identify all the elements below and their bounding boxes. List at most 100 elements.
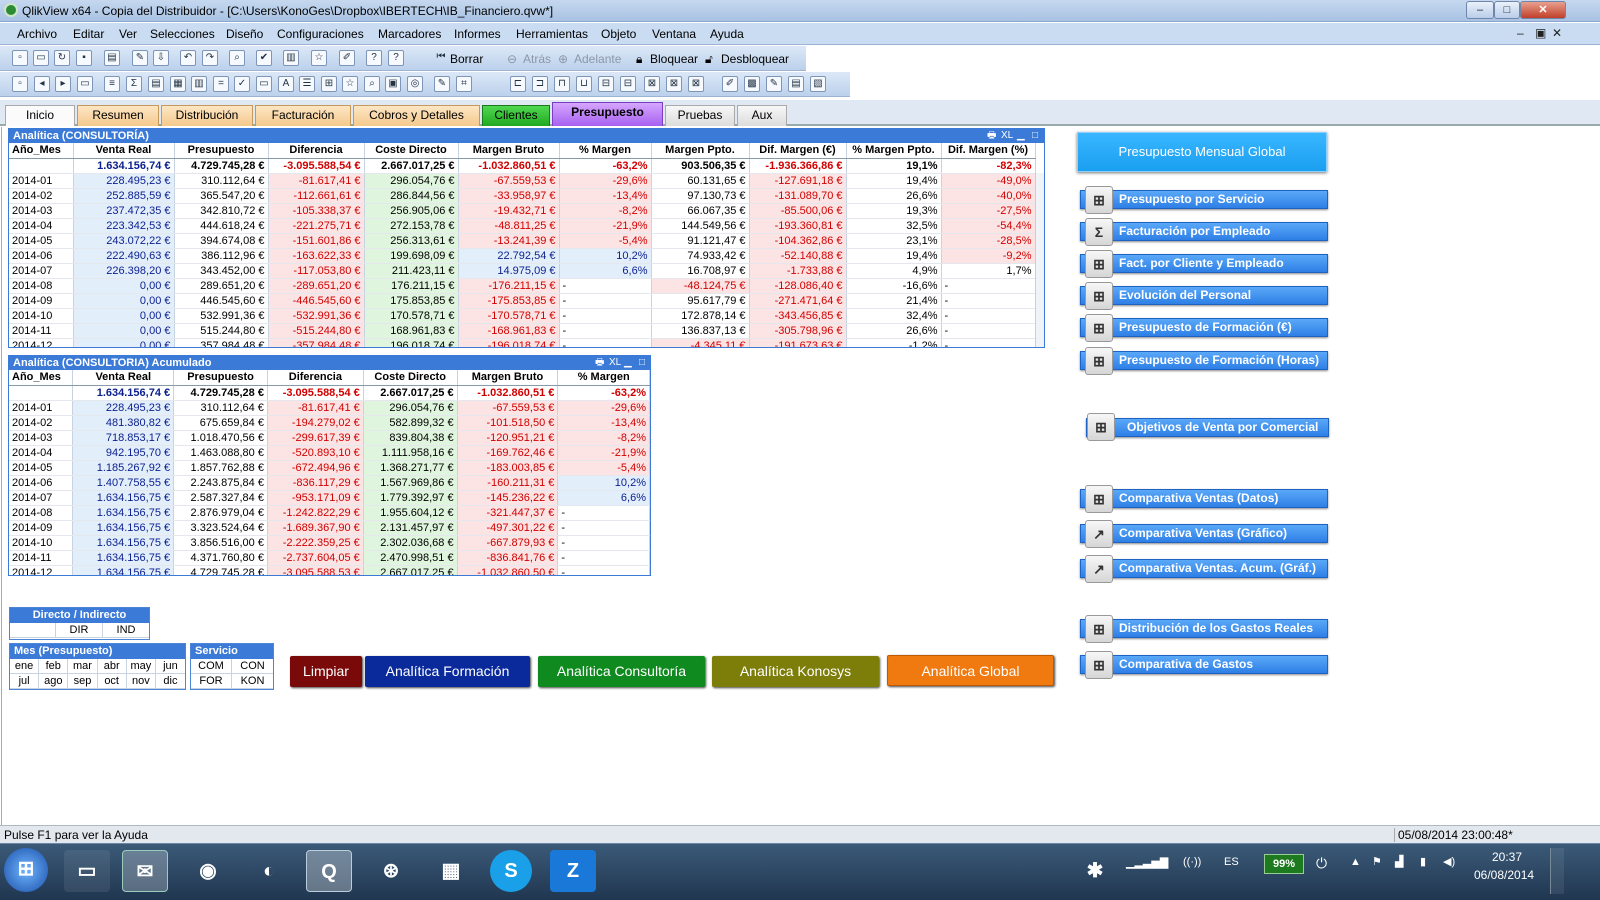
desbloquear-button[interactable]: Desbloquear	[721, 52, 789, 66]
redo-icon[interactable]: ↷	[202, 50, 218, 66]
send-to-excel-button[interactable]: XL	[609, 356, 621, 370]
table-row[interactable]: 2014-02 481.380,82 €675.659,84 € -194.279,…	[9, 415, 650, 431]
table-row[interactable]: 2014-11 0,00 €515.244,80 € -515.244,80 €16…	[9, 323, 1036, 339]
listbox-value[interactable]: oct	[97, 674, 127, 689]
sheet-right-icon[interactable]: ▸	[55, 76, 71, 92]
menu-archivo[interactable]: Archivo	[17, 27, 57, 41]
line-object-icon[interactable]: ☰	[299, 76, 315, 92]
skype-icon[interactable]: S	[490, 850, 532, 892]
volume-icon[interactable]: ◀)	[1443, 855, 1455, 868]
bloquear-button[interactable]: Bloquear	[650, 52, 698, 66]
z-app-icon[interactable]: Z	[550, 850, 596, 892]
table-row[interactable]: 2014-06 1.407.758,55 €2.243.875,84 € -836.…	[9, 475, 650, 491]
table-row[interactable]: 2014-06 222.490,63 €386.112,96 € -163.622,…	[9, 248, 1036, 264]
signal-strength-icon[interactable]: ▁▂▃▅▇	[1126, 856, 1170, 876]
minimize-button[interactable]: –	[1466, 1, 1494, 19]
mdi-minimize-icon[interactable]: –	[1517, 26, 1524, 40]
menu-informes[interactable]: Informes	[454, 27, 501, 41]
statistics-box-icon[interactable]: Σ	[126, 76, 142, 92]
save-icon[interactable]: ▪	[76, 50, 92, 66]
nav-distribucion-gastos-reales[interactable]: Distribución de los Gastos Reales	[1080, 619, 1328, 638]
clock-time[interactable]: 20:37	[1492, 850, 1522, 864]
table-row[interactable]: 2014-08 1.634.156,75 €2.876.979,04 € -1.24…	[9, 505, 650, 521]
tab-resumen[interactable]: Resumen	[77, 105, 159, 126]
analitica-consultoria-table[interactable]: Analítica (CONSULTORÍA) 🖶︎ XL ▁ □ Año_Me…	[8, 128, 1045, 348]
column-header[interactable]: Año_Mes	[9, 143, 74, 159]
analitica-consultoria-button[interactable]: Analítica Consultoría	[538, 656, 705, 687]
print-icon[interactable]: ▤	[104, 50, 120, 66]
column-header[interactable]: Coste Directo	[363, 370, 458, 386]
table-caption[interactable]: Analítica (CONSULTORIA) Acumulado 🖶︎ XL …	[9, 356, 650, 370]
listbox-icon[interactable]: ≡	[104, 76, 120, 92]
grid-icon[interactable]: ⌗	[456, 76, 472, 92]
nav-comparativa-gastos[interactable]: Comparativa de Gastos	[1080, 655, 1328, 674]
print-icon[interactable]: 🖶︎	[987, 129, 996, 143]
nav-presupuesto-por-servicio[interactable]: Presupuesto por Servicio	[1080, 190, 1328, 209]
reload-icon[interactable]: ↻	[54, 50, 70, 66]
nav-comparativa-ventas-datos[interactable]: Comparativa Ventas (Datos)	[1080, 489, 1328, 508]
column-header[interactable]: Presupuesto	[174, 143, 269, 159]
mdi-close-icon[interactable]: ✕	[1552, 26, 1562, 40]
menu-marcadores[interactable]: Marcadores	[378, 27, 441, 41]
menu-ver[interactable]: Ver	[119, 27, 137, 41]
align-top-icon[interactable]: ⊓	[554, 76, 570, 92]
size-height-icon[interactable]: ⊠	[666, 76, 682, 92]
listbox-value[interactable]: IND	[103, 623, 149, 638]
table-row[interactable]: 2014-01 228.495,23 €310.112,64 € -81.617,4…	[9, 400, 650, 416]
tab-pruebas[interactable]: Pruebas	[665, 105, 735, 126]
window-title-bar[interactable]: QlikView x64 - Copia del Distribuidor - …	[0, 0, 1600, 22]
borrar-button[interactable]: Borrar	[450, 52, 483, 66]
clock-date[interactable]: 06/08/2014	[1474, 868, 1534, 882]
properties-icon[interactable]: ✐	[339, 50, 355, 66]
nav-facturacion-por-empleado[interactable]: Facturación por Empleado	[1080, 222, 1328, 241]
listbox-value[interactable]: jun	[155, 659, 185, 674]
align-bottom-icon[interactable]: ⊔	[576, 76, 592, 92]
listbox-value[interactable]: dic	[155, 674, 185, 689]
atras-button[interactable]: Atrás	[523, 52, 551, 66]
size-both-icon[interactable]: ⊠	[688, 76, 704, 92]
column-header[interactable]: Venta Real	[72, 370, 175, 386]
mes-presupuesto-listbox[interactable]: Mes (Presupuesto) ene feb mar abr may jun jul a…	[9, 643, 186, 690]
menu-ventana[interactable]: Ventana	[652, 27, 696, 41]
table-total-row[interactable]: 1.634.156,74 €4.729.745,28 € -3.095.588,5…	[9, 158, 1036, 174]
back-icon[interactable]: ⊖	[507, 52, 517, 66]
show-fields-icon[interactable]: ▤	[788, 76, 804, 92]
column-header[interactable]: Margen Bruto	[457, 370, 559, 386]
help-icon[interactable]: ?	[366, 50, 382, 66]
document-properties-icon[interactable]: ▧	[810, 76, 826, 92]
button-object-icon[interactable]: ▭	[256, 76, 272, 92]
tab-aux[interactable]: Aux	[737, 105, 787, 126]
show-desktop-button[interactable]	[1550, 848, 1564, 894]
table-row[interactable]: 2014-10 0,00 €532.991,36 € -532.991,36 €17…	[9, 308, 1036, 324]
table-row[interactable]: 2014-01 228.495,23 €310.112,64 € -81.617,4…	[9, 173, 1036, 189]
apps-grid-icon[interactable]: ▦	[428, 850, 474, 892]
tab-presupuesto[interactable]: Presupuesto	[552, 102, 663, 126]
copy-format-icon[interactable]: ▩	[744, 76, 760, 92]
menu-selecciones[interactable]: Selecciones	[150, 27, 215, 41]
table-total-row[interactable]: 1.634.156,74 €4.729.745,28 € -3.095.588,5…	[9, 385, 650, 401]
distribute-h-icon[interactable]: ⊟	[598, 76, 614, 92]
column-header[interactable]: Diferencia	[268, 143, 365, 159]
table-row[interactable]: 2014-02 252.885,59 €365.547,20 € -112.661,…	[9, 188, 1036, 204]
listbox-value[interactable]: ene	[10, 659, 40, 674]
undo-icon[interactable]: ↶	[180, 50, 196, 66]
align-left-icon[interactable]: ⊏	[510, 76, 526, 92]
column-header[interactable]: Margen Ppto.	[651, 143, 750, 159]
nav-presupuesto-formacion-eur[interactable]: Presupuesto de Formación (€)	[1080, 318, 1328, 337]
slider-object-icon[interactable]: ⊞	[321, 76, 337, 92]
column-header[interactable]: % Margen	[559, 143, 652, 159]
distribute-v-icon[interactable]: ⊟	[620, 76, 636, 92]
send-to-excel-button[interactable]: XL	[1001, 129, 1013, 143]
column-header[interactable]: Coste Directo	[364, 143, 459, 159]
nav-fact-por-cliente-empleado[interactable]: Fact. por Cliente y Empleado	[1080, 254, 1328, 273]
listbox-value[interactable]: KON	[232, 674, 273, 689]
search-object-icon[interactable]: ⌕	[364, 76, 380, 92]
windows-start-icon[interactable]: ⊞	[4, 848, 48, 892]
table-box-icon[interactable]: ▦	[170, 76, 186, 92]
analitica-konosys-button[interactable]: Analítica Konosys	[712, 656, 879, 687]
vertical-scrollbar[interactable]	[1035, 173, 1044, 347]
column-header[interactable]: Dif. Margen (€)	[749, 143, 847, 159]
listbox-value[interactable]: mar	[68, 659, 98, 674]
reload-data-icon[interactable]: ⇩	[153, 50, 169, 66]
text-object-icon[interactable]: A	[278, 76, 294, 92]
